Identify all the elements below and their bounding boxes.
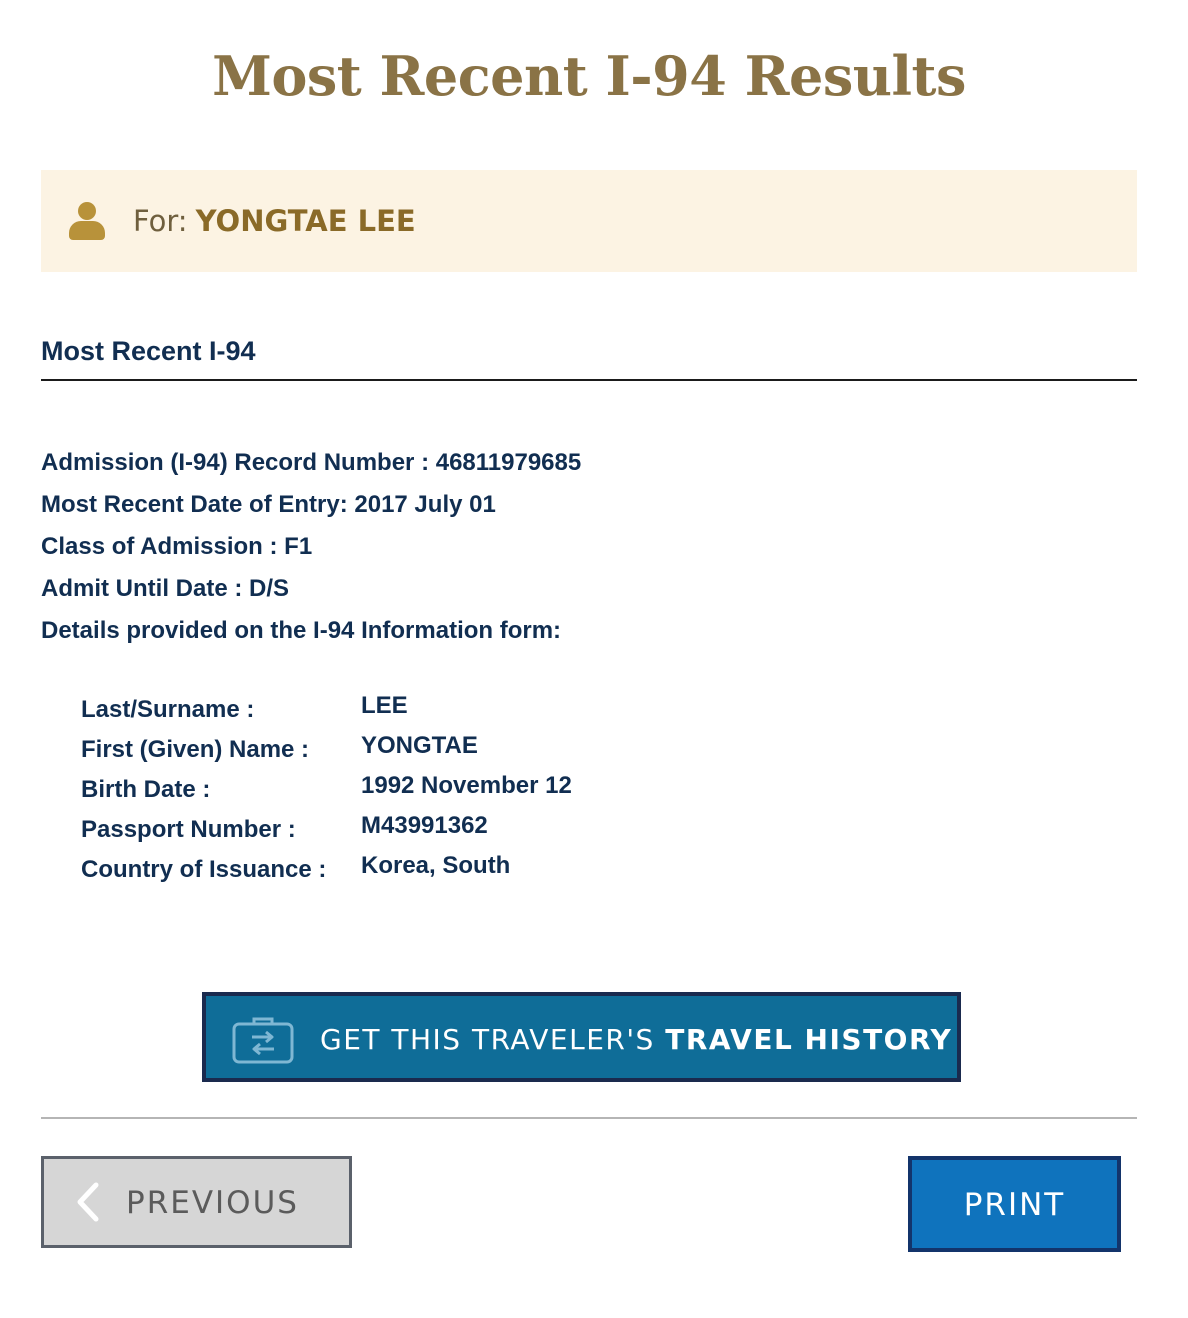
print-label: PRINT (963, 1187, 1066, 1223)
record-number-line: Admission (I-94) Record Number : 4681197… (41, 449, 582, 476)
chevron-left-icon (77, 1182, 99, 1222)
suitcase-icon (232, 1017, 294, 1064)
class-of-admission-line: Class of Admission : F1 (41, 533, 313, 560)
form-detail-row: Passport Number : M43991362 (81, 812, 572, 852)
print-button[interactable]: PRINT (908, 1156, 1121, 1252)
form-detail-row: Country of Issuance : Korea, South (81, 852, 572, 892)
section-heading: Most Recent I-94 (41, 336, 256, 366)
travel-history-bold: TRAVEL HISTORY (665, 1023, 953, 1056)
birth-date-label: Birth Date : (81, 776, 211, 803)
passport-number-value: M43991362 (361, 812, 488, 839)
bottom-divider (41, 1117, 1137, 1119)
person-icon (69, 202, 105, 240)
travel-history-prefix: GET THIS TRAVELER'S (320, 1023, 666, 1056)
country-label: Country of Issuance : (81, 856, 327, 883)
travel-history-button[interactable]: GET THIS TRAVELER'S TRAVEL HISTORY (202, 992, 961, 1082)
surname-label: Last/Surname : (81, 696, 255, 723)
record-details: Admission (I-94) Record Number : 4681197… (41, 449, 581, 659)
surname-value: LEE (361, 692, 408, 719)
previous-label: PREVIOUS (126, 1185, 299, 1221)
for-label: For: (133, 204, 188, 238)
passport-number-label: Passport Number : (81, 816, 296, 843)
form-details-table: Last/Surname : LEE First (Given) Name : … (81, 692, 572, 892)
country-value: Korea, South (361, 852, 511, 879)
birth-date-value: 1992 November 12 (361, 772, 572, 799)
traveler-name: YONGTAE LEE (195, 204, 416, 238)
given-name-value: YONGTAE (361, 732, 478, 759)
admit-until-line: Admit Until Date : D/S (41, 575, 290, 602)
page-title: Most Recent I-94 Results (212, 44, 966, 108)
previous-button[interactable]: PREVIOUS (41, 1156, 352, 1248)
section-divider (41, 379, 1137, 381)
entry-date-line: Most Recent Date of Entry: 2017 July 01 (41, 491, 496, 518)
form-detail-row: First (Given) Name : YONGTAE (81, 732, 572, 772)
form-detail-row: Birth Date : 1992 November 12 (81, 772, 572, 812)
form-detail-row: Last/Surname : LEE (81, 692, 572, 732)
given-name-label: First (Given) Name : (81, 736, 310, 763)
form-details-intro: Details provided on the I-94 Information… (41, 617, 562, 644)
travel-history-label: GET THIS TRAVELER'S TRAVEL HISTORY (320, 1023, 952, 1056)
traveler-banner: For: YONGTAE LEE (41, 170, 1137, 272)
